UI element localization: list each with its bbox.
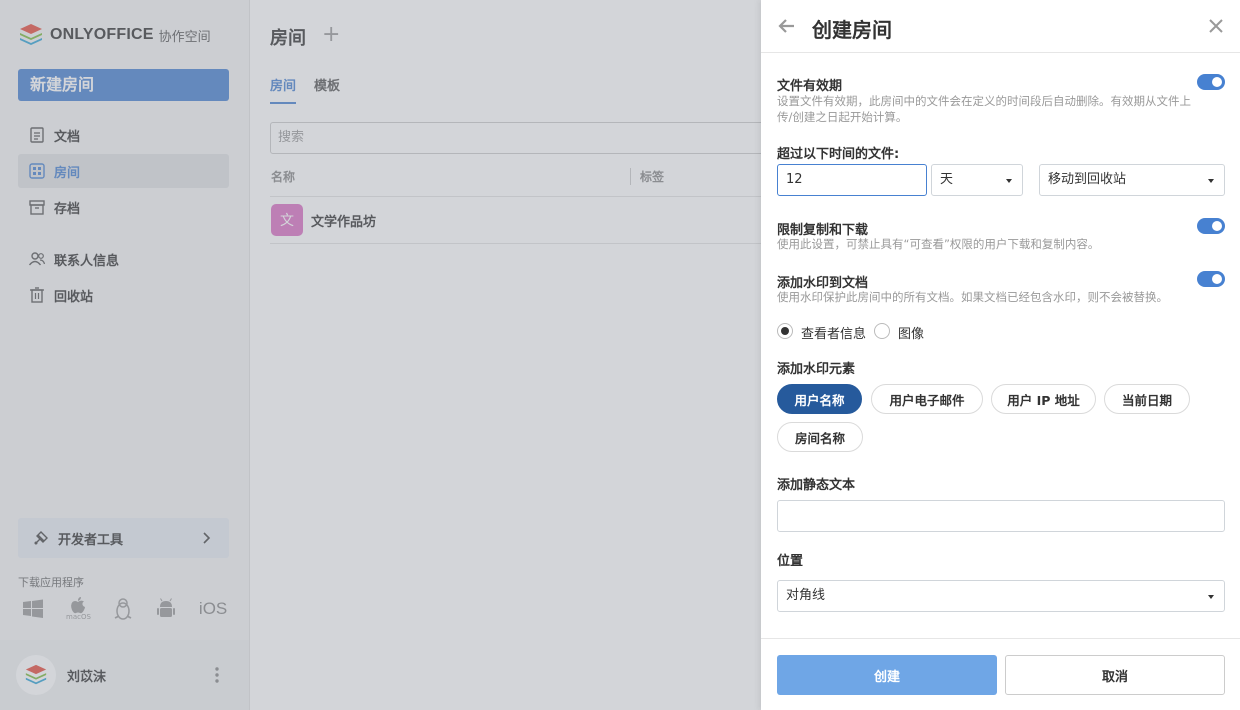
panel-header: 创建房间 [761, 0, 1240, 53]
radio-image-label[interactable]: 图像 [898, 323, 924, 342]
create-button[interactable]: 创建 [777, 655, 997, 695]
lifetime-action-value: 移动到回收站 [1048, 172, 1127, 187]
chevron-down-icon [1006, 179, 1012, 183]
position-label: 位置 [777, 554, 804, 569]
static-text-label: 添加静态文本 [777, 478, 856, 493]
file-lifetime-toggle[interactable] [1197, 74, 1225, 90]
create-room-panel: 创建房间 文件有效期 设置文件有效期，此房间中的文件会在定义的时间段后自动删除。… [761, 0, 1240, 710]
arrow-left-icon[interactable] [777, 16, 797, 36]
file-lifetime-label: 文件有效期 [777, 79, 843, 94]
chip-current-date[interactable]: 当前日期 [1104, 384, 1190, 414]
chip-user-ip[interactable]: 用户 IP 地址 [991, 384, 1096, 414]
position-select[interactable]: 对角线 [777, 580, 1225, 612]
chevron-down-icon [1208, 179, 1214, 183]
older-than-label: 超过以下时间的文件: [777, 147, 900, 162]
chip-user-email[interactable]: 用户电子邮件 [871, 384, 983, 414]
watermark-description: 使用水印保护此房间中的所有文档。如果文档已经包含水印，则不会被替换。 [777, 290, 1168, 304]
position-value: 对角线 [786, 588, 826, 603]
restrict-description: 使用此设置，可禁止具有“可查看”权限的用户下载和复制内容。 [777, 237, 1100, 251]
radio-image[interactable] [874, 323, 890, 339]
panel-footer: 创建 取消 [761, 638, 1240, 710]
chevron-down-icon [1208, 595, 1214, 599]
cancel-button[interactable]: 取消 [1005, 655, 1225, 695]
watermark-elements-label: 添加水印元素 [777, 362, 856, 377]
static-text-input[interactable] [777, 500, 1225, 532]
lifetime-unit-select[interactable]: 天 [931, 164, 1023, 196]
lifetime-action-select[interactable]: 移动到回收站 [1039, 164, 1225, 196]
file-lifetime-value-input[interactable]: 12 [777, 164, 927, 196]
radio-viewer-info[interactable] [777, 323, 793, 339]
file-lifetime-description: 设置文件有效期，此房间中的文件会在定义的时间段后自动删除。有效期从文件上传/创建… [777, 94, 1191, 124]
watermark-toggle[interactable] [1197, 271, 1225, 287]
chip-room-name[interactable]: 房间名称 [777, 422, 863, 452]
restrict-toggle[interactable] [1197, 218, 1225, 234]
radio-viewer-info-label[interactable]: 查看者信息 [801, 323, 866, 342]
lifetime-unit-value: 天 [940, 172, 954, 187]
close-icon[interactable] [1208, 18, 1224, 34]
panel-title: 创建房间 [812, 18, 892, 42]
modal-backdrop[interactable] [0, 0, 761, 710]
chip-user-name[interactable]: 用户名称 [777, 384, 862, 414]
